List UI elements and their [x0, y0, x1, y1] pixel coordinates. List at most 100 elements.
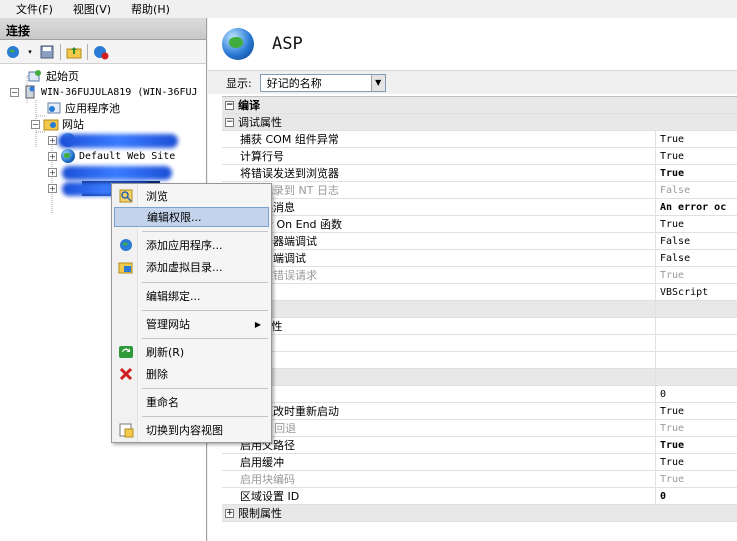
collapse-icon[interactable]: −: [10, 87, 19, 97]
property-value[interactable]: 0: [656, 386, 737, 402]
property-row[interactable]: 错误记录到 NT 日志 False: [222, 182, 737, 199]
property-value[interactable]: An error oc: [656, 199, 737, 215]
disconnect-icon[interactable]: [92, 43, 110, 61]
menu-separator: [142, 310, 268, 311]
property-row[interactable]: + 限制属性: [222, 505, 737, 522]
menu-item-add-application[interactable]: 添加应用程序...: [114, 235, 269, 255]
expand-icon[interactable]: +: [48, 183, 57, 193]
menu-item-edit-bindings[interactable]: 编辑绑定...: [114, 286, 269, 306]
expand-icon[interactable]: +: [225, 508, 234, 518]
display-select[interactable]: 好记的名称 ▼: [259, 73, 386, 92]
property-value[interactable]: [656, 505, 737, 521]
property-value[interactable]: 0: [656, 488, 737, 504]
property-row[interactable]: 语言VBScript: [222, 284, 737, 301]
property-row[interactable]: − 调试属性: [222, 114, 737, 131]
menu-view[interactable]: 视图(V): [61, 1, 119, 17]
add-virtual-directory-icon: [118, 259, 134, 275]
property-row[interactable]: 设置更改时重新启动 True: [222, 403, 737, 420]
property-row[interactable]: 区域设置 ID 0: [222, 488, 737, 505]
menu-item-delete[interactable]: 删除: [114, 364, 269, 384]
property-value[interactable]: False: [656, 182, 737, 198]
property-value[interactable]: True: [656, 148, 737, 164]
tree-item-site-redacted-2[interactable]: +: [48, 164, 60, 180]
property-row[interactable]: 用日志错误请求 True: [222, 267, 737, 284]
property-row[interactable]: 属性: [222, 335, 737, 352]
property-value[interactable]: [656, 335, 737, 351]
feature-header: ASP: [208, 18, 737, 70]
menu-item-rename[interactable]: 重命名: [114, 392, 269, 412]
tree-label: Default Web Site: [79, 150, 176, 162]
property-value[interactable]: True: [656, 165, 737, 181]
property-row[interactable]: 10: [222, 386, 737, 403]
tree-item-app-pools[interactable]: 应用程序池: [46, 100, 120, 116]
save-icon[interactable]: [38, 43, 56, 61]
collapse-icon[interactable]: −: [225, 117, 234, 127]
property-row[interactable]: tus 属性: [222, 318, 737, 335]
property-row[interactable]: 名运行 On End 函数 True: [222, 216, 737, 233]
menu-item-refresh[interactable]: 刷新(R): [114, 342, 269, 362]
dropdown-arrow-icon[interactable]: ▾: [26, 43, 34, 61]
expand-icon[interactable]: +: [48, 151, 57, 161]
property-value[interactable]: [656, 318, 737, 334]
property-value[interactable]: False: [656, 233, 737, 249]
property-value[interactable]: [656, 114, 737, 130]
refresh-icon: [118, 344, 134, 360]
display-label: 显示:: [226, 76, 252, 90]
property-name: 计算行号: [222, 148, 656, 164]
property-value[interactable]: True: [656, 471, 737, 487]
property-value[interactable]: True: [656, 216, 737, 232]
expand-icon[interactable]: +: [48, 135, 57, 145]
property-row[interactable]: HTML 回退True: [222, 420, 737, 437]
property-value[interactable]: True: [656, 454, 737, 470]
property-row[interactable]: 将错误发送到浏览器 True: [222, 165, 737, 182]
connect-globe-icon[interactable]: [4, 43, 22, 61]
property-value[interactable]: VBScript: [656, 284, 737, 300]
menu-item-browse[interactable]: 浏览: [114, 186, 269, 206]
property-row[interactable]: [222, 369, 737, 386]
up-folder-icon[interactable]: [65, 43, 83, 61]
property-row[interactable]: 启用块编码 True: [222, 471, 737, 488]
property-value[interactable]: [656, 301, 737, 317]
tree-label: 网站: [62, 118, 84, 131]
property-row[interactable]: 用服务器端调试 False: [222, 233, 737, 250]
tree-item-sites[interactable]: − 网站: [31, 116, 84, 132]
collapse-icon[interactable]: −: [31, 119, 40, 129]
menu-file[interactable]: 文件(F): [4, 1, 61, 17]
menu-help[interactable]: 帮助(H): [119, 1, 178, 17]
tree-item-default-web-site[interactable]: + Default Web Site: [48, 148, 175, 164]
property-value[interactable]: True: [656, 267, 737, 283]
property-value[interactable]: True: [656, 437, 737, 453]
property-row[interactable]: [222, 301, 737, 318]
property-value[interactable]: [656, 369, 737, 385]
property-value[interactable]: True: [656, 403, 737, 419]
property-row[interactable]: 捕获 COM 组件异常 True: [222, 131, 737, 148]
property-value[interactable]: False: [656, 250, 737, 266]
chevron-down-icon[interactable]: ▼: [370, 74, 385, 91]
property-name: 用服务器端调试: [222, 233, 656, 249]
property-name: [222, 301, 656, 317]
tree-item-server[interactable]: − WIN-36FUJULA819 (WIN-36FUJ: [10, 84, 198, 100]
property-row[interactable]: − 编译: [222, 97, 737, 114]
property-value[interactable]: [656, 97, 737, 113]
property-row[interactable]: 用客户端调试 False: [222, 250, 737, 267]
page-title: ASP: [272, 34, 303, 54]
tree-item-start-page[interactable]: 起始页: [27, 68, 79, 84]
property-row[interactable]: 本错误消息An error oc: [222, 199, 737, 216]
menu-item-edit-permissions[interactable]: 编辑权限...: [114, 207, 269, 227]
property-row[interactable]: 启用父路径 True: [222, 437, 737, 454]
property-row[interactable]: 计算行号 True: [222, 148, 737, 165]
expand-icon[interactable]: +: [48, 167, 57, 177]
tree-item-site-redacted-3[interactable]: +: [48, 180, 60, 196]
menu-separator: [142, 416, 268, 417]
property-value[interactable]: True: [656, 420, 737, 436]
property-row[interactable]: 启用缓冲 True: [222, 454, 737, 471]
menu-label: 编辑权限...: [147, 211, 202, 224]
menu-label: 删除: [146, 368, 168, 381]
collapse-icon[interactable]: −: [225, 100, 234, 110]
property-value[interactable]: True: [656, 131, 737, 147]
property-row[interactable]: 属性: [222, 352, 737, 369]
menu-item-manage-site[interactable]: 管理网站 ▶: [114, 314, 269, 334]
property-value[interactable]: [656, 352, 737, 368]
menu-item-add-virtual-directory[interactable]: 添加虚拟目录...: [114, 257, 269, 277]
menu-item-switch-content-view[interactable]: 切换到内容视图: [114, 420, 269, 440]
